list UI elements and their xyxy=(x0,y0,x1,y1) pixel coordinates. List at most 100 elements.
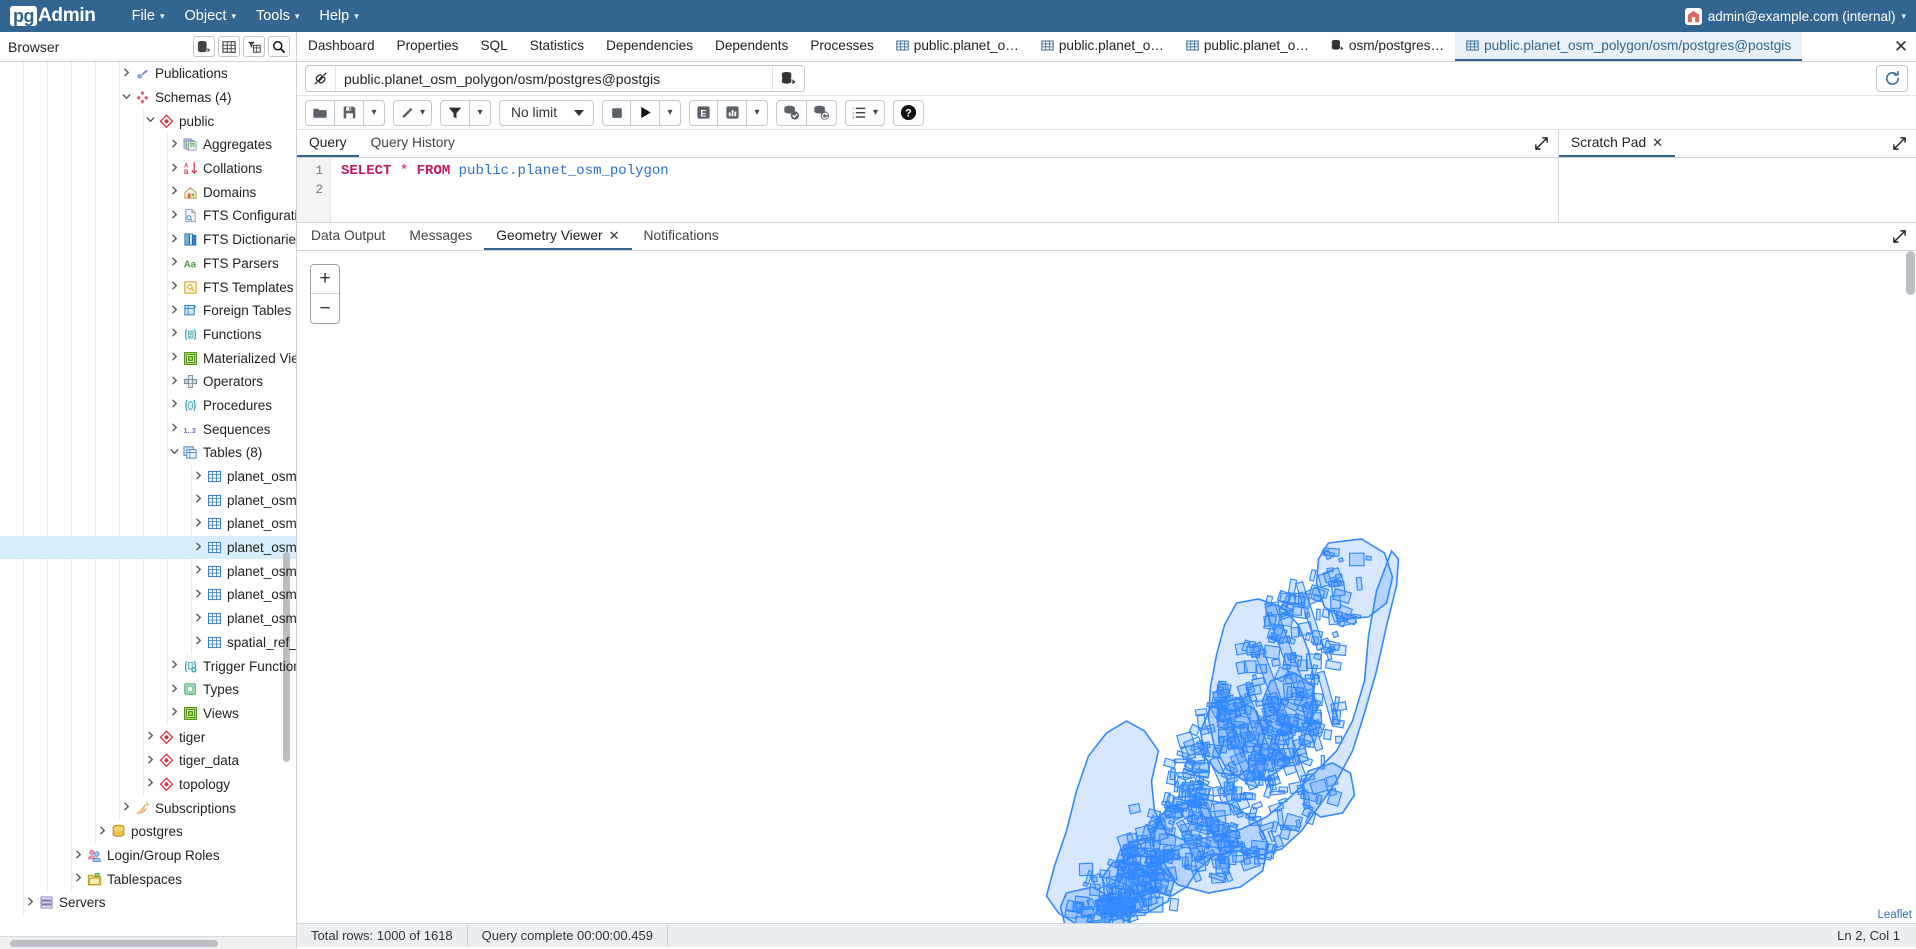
tree-item-planet-osm-nodes[interactable]: planet_osm_nodes xyxy=(0,488,296,513)
chevron-right-icon[interactable] xyxy=(168,257,181,269)
tab-public-planet-osm-polygon-osm-postgres-postgis[interactable]: public.planet_osm_polygon/osm/postgres@p… xyxy=(1455,32,1803,61)
pencil-icon[interactable]: ▾ xyxy=(393,99,433,126)
tree-item-fts-templates[interactable]: FTS Templates xyxy=(0,275,296,299)
geometry-polygon[interactable] xyxy=(1320,754,1325,770)
geometry-viewer-map[interactable]: + − Leaflet xyxy=(297,251,1916,923)
geometry-polygon[interactable] xyxy=(1088,883,1101,897)
geometry-polygon[interactable] xyxy=(1271,658,1281,667)
tab-geometry-viewer[interactable]: Geometry Viewer ✕ xyxy=(484,223,632,250)
close-tab-button[interactable]: ✕ xyxy=(1886,32,1916,61)
leaflet-attribution[interactable]: Leaflet xyxy=(1877,909,1912,921)
tree-item-servers[interactable]: Servers xyxy=(0,891,296,915)
geometry-polygon[interactable] xyxy=(1173,780,1180,793)
expand-icon[interactable] xyxy=(1882,223,1916,250)
geometry-polygon[interactable] xyxy=(1168,897,1180,912)
tree-item-planet-osm-line[interactable]: planet_osm_line xyxy=(0,464,296,489)
connection-string-input[interactable] xyxy=(336,66,772,91)
menu-tools[interactable]: Tools ▾ xyxy=(246,4,309,28)
chevron-right-icon[interactable] xyxy=(96,826,109,838)
tree-item-trigger-functions[interactable]: Trigger Functions xyxy=(0,654,296,678)
chevron-right-icon[interactable] xyxy=(168,399,181,411)
chevron-right-icon[interactable] xyxy=(192,542,205,554)
geometry-polygon[interactable] xyxy=(1134,853,1142,868)
geometry-polygon[interactable] xyxy=(1297,659,1309,672)
tab-query[interactable]: Query xyxy=(297,130,359,157)
chevron-right-icon[interactable] xyxy=(168,139,181,151)
geometry-polygon[interactable] xyxy=(1253,858,1266,865)
tree-item-tiger[interactable]: tiger xyxy=(0,725,296,749)
object-tree[interactable]: Publications Schemas (4) public Aggregates A… xyxy=(0,62,296,936)
tree-item-functions[interactable]: Functions xyxy=(0,322,296,347)
commit-icon[interactable] xyxy=(776,99,808,126)
geometry-polygon[interactable] xyxy=(1064,909,1079,920)
geometry-polygon[interactable] xyxy=(1148,896,1164,913)
tree-item-fts-configurations[interactable]: FTS Configurations xyxy=(0,204,296,228)
geometry-polygon[interactable] xyxy=(1190,759,1210,774)
stop-icon[interactable] xyxy=(602,99,632,126)
chevron-down-icon[interactable] xyxy=(120,92,133,104)
geometry-polygon[interactable] xyxy=(1322,547,1340,557)
sidebar-horizontal-scrollbar[interactable] xyxy=(0,936,296,949)
geometry-polygon[interactable] xyxy=(1117,872,1128,879)
geometry-polygon[interactable] xyxy=(1337,557,1344,563)
chevron-right-icon[interactable] xyxy=(168,210,181,222)
chevron-right-icon[interactable] xyxy=(24,897,37,909)
open-file-icon[interactable] xyxy=(305,99,335,126)
geometry-polygon[interactable] xyxy=(1269,789,1286,796)
filter-table-icon[interactable] xyxy=(243,36,265,57)
tab-notifications[interactable]: Notifications xyxy=(632,223,731,250)
tree-item-schemas-4[interactable]: Schemas (4) xyxy=(0,85,296,110)
chevron-right-icon[interactable] xyxy=(168,352,181,364)
chevron-right-icon[interactable] xyxy=(192,518,205,530)
tree-item-domains[interactable]: Domains xyxy=(0,180,296,205)
geometry-polygon[interactable] xyxy=(1328,647,1334,654)
geometry-polygon[interactable] xyxy=(1250,839,1269,851)
chevron-right-icon[interactable] xyxy=(168,423,181,435)
scrollbar-thumb[interactable] xyxy=(10,940,218,947)
geometry-polygon[interactable] xyxy=(1190,814,1199,826)
sql-editor[interactable]: 12 SELECT * FROM public.planet_osm_polyg… xyxy=(297,158,1558,222)
close-icon[interactable]: ✕ xyxy=(1652,135,1663,151)
tree-item-fts-parsers[interactable]: Aa FTS Parsers xyxy=(0,251,296,276)
geometry-polygon[interactable] xyxy=(1217,680,1227,691)
chevron-right-icon[interactable] xyxy=(168,376,181,388)
tree-item-tiger-data[interactable]: tiger_data xyxy=(0,748,296,773)
tree-item-fts-dictionaries[interactable]: FTS Dictionaries xyxy=(0,227,296,252)
geometry-polygon[interactable] xyxy=(1355,576,1363,591)
tab-data-output[interactable]: Data Output xyxy=(297,223,397,250)
geometry-polygon[interactable] xyxy=(1206,723,1216,734)
tree-item-planet-osm-point[interactable]: planet_osm_point xyxy=(0,512,296,536)
geometry-polygon[interactable] xyxy=(1324,659,1343,672)
geometry-polygon[interactable] xyxy=(1245,812,1257,819)
chevron-right-icon[interactable] xyxy=(192,636,205,648)
tab-dashboard[interactable]: Dashboard xyxy=(297,32,386,61)
user-menu[interactable]: admin@example.com (internal) ▾ xyxy=(1684,7,1906,25)
chevron-right-icon[interactable] xyxy=(192,565,205,577)
geometry-polygon[interactable] xyxy=(1287,578,1298,595)
tab-osm-postgres[interactable]: osm/postgres… xyxy=(1320,32,1455,61)
geometry-polygon[interactable] xyxy=(1331,630,1340,639)
geometry-polygon[interactable] xyxy=(1321,608,1331,619)
sql-code-content[interactable]: SELECT * FROM public.planet_osm_polygon xyxy=(331,158,1558,222)
chevron-right-icon[interactable] xyxy=(72,850,85,862)
tree-item-login-group-roles[interactable]: Login/Group Roles xyxy=(0,843,296,868)
geometry-polygon[interactable] xyxy=(1180,788,1192,798)
geometry-polygon[interactable] xyxy=(1365,555,1372,561)
tab-dependencies[interactable]: Dependencies xyxy=(595,32,704,61)
zoom-in-button[interactable]: + xyxy=(311,265,339,294)
geometry-polygon[interactable] xyxy=(1290,626,1300,638)
tree-item-aggregates[interactable]: Aggregates xyxy=(0,133,296,157)
chevron-right-icon[interactable] xyxy=(192,494,205,506)
menu-object[interactable]: Object ▾ xyxy=(175,4,246,28)
rollback-icon[interactable] xyxy=(807,99,838,126)
geometry-polygon[interactable] xyxy=(1235,660,1249,675)
geometry-polygon[interactable] xyxy=(1251,800,1264,811)
save-options-chevron-down-icon[interactable]: ▾ xyxy=(364,99,385,126)
geometry-polygon[interactable] xyxy=(1194,707,1208,716)
tab-properties[interactable]: Properties xyxy=(386,32,470,61)
tree-item-materialized-views[interactable]: Materialized Views xyxy=(0,346,296,370)
chevron-right-icon[interactable] xyxy=(120,802,133,814)
geometry-polygon[interactable] xyxy=(1350,613,1362,619)
tree-item-planet-osm-ways[interactable]: planet_osm_ways xyxy=(0,606,296,631)
tree-item-spatial-ref-sys[interactable]: spatial_ref_sys xyxy=(0,630,296,655)
